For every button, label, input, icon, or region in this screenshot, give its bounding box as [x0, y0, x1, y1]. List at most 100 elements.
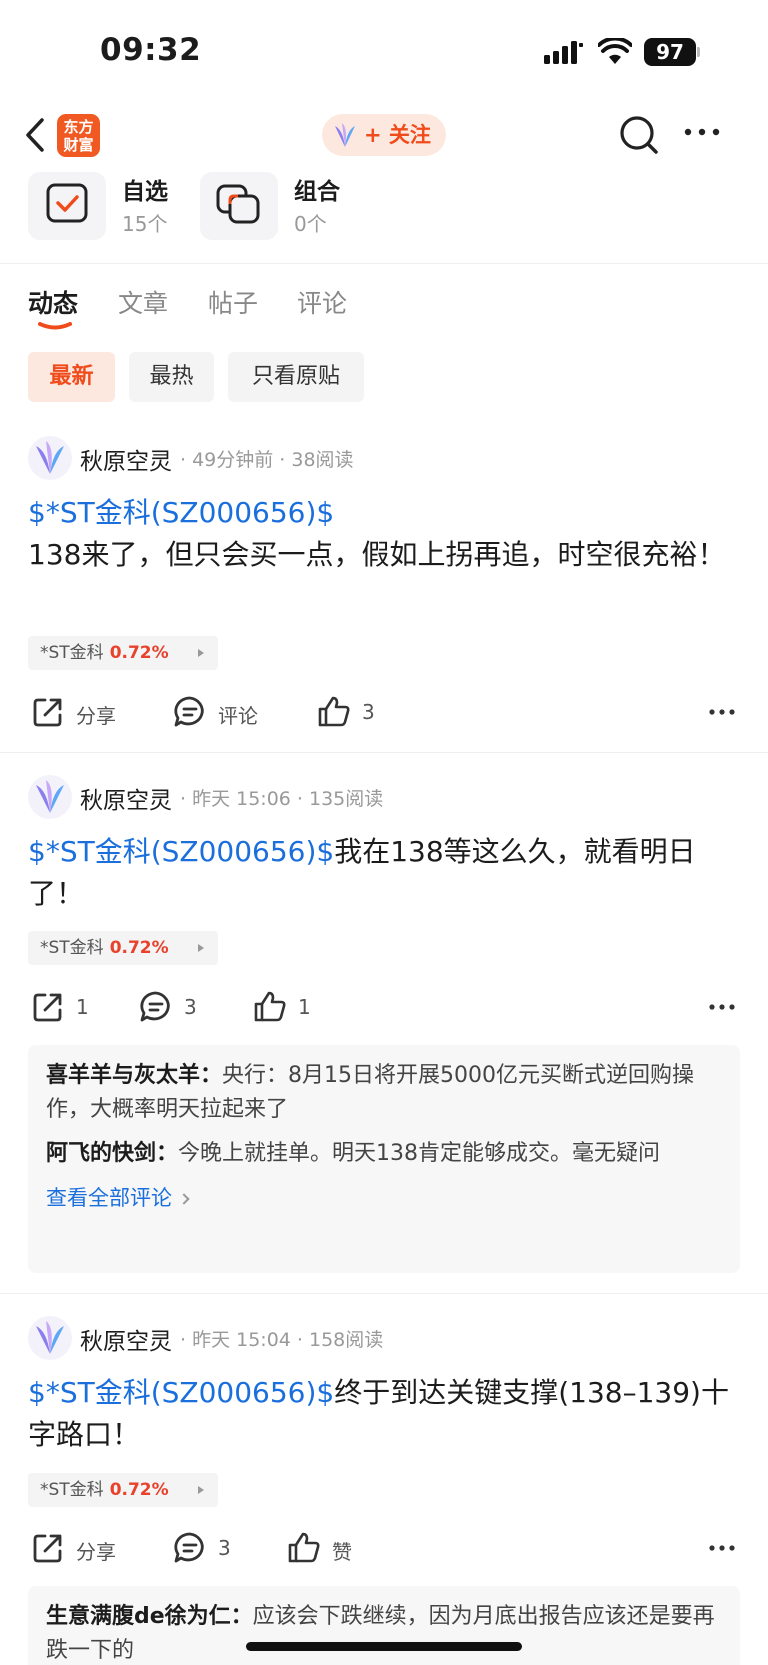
portfolio-name: 组合 [294, 179, 340, 205]
home-indicator [246, 1642, 522, 1651]
comment-label: 评论 [218, 704, 258, 728]
stock-tag-name: *ST金科 [40, 1480, 104, 1500]
stock-link[interactable]: $*ST金科(SZ000656)$ [28, 1376, 334, 1409]
search-icon[interactable] [618, 114, 660, 156]
post-header: 秋原空灵 · 昨天 15:04 · 158阅读 [28, 1316, 748, 1360]
like-count: 1 [298, 995, 311, 1019]
view-all-comments-link[interactable]: 查看全部评论 [46, 1181, 722, 1215]
stock-tag-name: *ST金科 [40, 643, 104, 663]
avatar[interactable] [28, 436, 72, 480]
share-button[interactable]: 分享 [30, 690, 140, 734]
comment-item: 喜羊羊与灰太羊：央行：8月15日将开展5000亿元买断式逆回购操作，大概率明天拉… [46, 1059, 722, 1127]
tab-comments[interactable]: 评论 [297, 284, 347, 320]
watchlist-entry[interactable]: 自选 15个 [28, 172, 188, 240]
more-options-icon[interactable] [682, 126, 722, 138]
cellular-signal-icon [544, 41, 583, 64]
portfolio-entry[interactable]: 组合 0个 [200, 172, 360, 240]
comment-button[interactable]: 3 [172, 1526, 252, 1570]
battery-level: 97 [656, 40, 684, 64]
share-icon [33, 1534, 62, 1563]
post-more-icon[interactable] [708, 1544, 736, 1552]
quick-strip: 自选 15个 组合 0个 [0, 172, 768, 264]
post-actions: 分享 3 赞 [0, 1526, 768, 1570]
status-bar: 09:32 97 [0, 0, 768, 100]
stock-tag[interactable]: *ST金科 0.72% [28, 1473, 218, 1507]
like-label: 赞 [332, 1540, 352, 1564]
stock-tag-change: 0.72% [109, 938, 169, 958]
logo-line-2: 财富 [63, 136, 94, 154]
comment-text: 今晚上就挂单。明天138肯定能够成交。毫无疑问 [178, 1141, 661, 1166]
like-button[interactable]: 赞 [286, 1526, 376, 1570]
post-more-icon[interactable] [708, 708, 736, 716]
avatar[interactable] [28, 775, 72, 819]
post-more-icon[interactable] [708, 1003, 736, 1011]
post-text[interactable]: $*ST金科(SZ000656)$ 138来了，但只会买一点，假如上拐再追，时空… [28, 492, 740, 576]
stock-tag-change: 0.72% [109, 1480, 169, 1500]
stock-link[interactable]: $*ST金科(SZ000656)$ [28, 492, 740, 534]
filter-hottest[interactable]: 最热 [129, 352, 214, 402]
status-time: 09:32 [100, 32, 202, 68]
tag-arrow-icon [198, 649, 204, 657]
like-count: 3 [362, 700, 375, 724]
post-divider [0, 1293, 768, 1294]
share-icon [33, 993, 62, 1022]
post-meta: · 昨天 15:04 · 158阅读 [180, 1329, 384, 1351]
comment-icon [174, 1532, 204, 1563]
stock-tag-name: *ST金科 [40, 938, 104, 958]
stock-tag-change: 0.72% [109, 643, 169, 663]
like-button[interactable]: 1 [252, 985, 332, 1029]
comment-author[interactable]: 喜羊羊与灰太羊： [46, 1063, 222, 1088]
comment-author[interactable]: 生意满腹de徐为仁： [46, 1604, 253, 1629]
user-avatar-icon [335, 123, 355, 147]
post-divider [0, 752, 768, 753]
post-actions: 1 3 1 [0, 985, 768, 1029]
logo-line-1: 东方 [63, 118, 94, 136]
post-meta: · 49分钟前 · 38阅读 [180, 449, 354, 471]
author-name[interactable]: 秋原空灵 [80, 781, 172, 815]
author-name[interactable]: 秋原空灵 [80, 1322, 172, 1356]
post-actions: 分享 评论 3 [0, 690, 768, 734]
tab-posts[interactable]: 帖子 [208, 284, 258, 320]
stock-tag[interactable]: *ST金科 0.72% [28, 636, 218, 670]
comment-button[interactable]: 3 [138, 985, 218, 1029]
tag-arrow-icon [198, 1486, 204, 1494]
follow-button[interactable]: + 关注 [322, 114, 446, 156]
filter-original-only[interactable]: 只看原贴 [228, 352, 364, 402]
comments-preview[interactable]: 喜羊羊与灰太羊：央行：8月15日将开展5000亿元买断式逆回购操作，大概率明天拉… [28, 1045, 740, 1273]
thumbs-up-icon [318, 696, 350, 727]
follow-label: + 关注 [364, 123, 431, 147]
tab-articles[interactable]: 文章 [118, 284, 168, 320]
comments-preview[interactable]: 生意满腹de徐为仁：应该会下跌继续，因为月底出报告应该还是要再跌一下的 [28, 1586, 740, 1665]
author-name[interactable]: 秋原空灵 [80, 442, 172, 476]
stock-tag[interactable]: *ST金科 0.72% [28, 931, 218, 965]
post-content: 138来了，但只会买一点，假如上拐再追，时空很充裕！ [28, 538, 726, 571]
post-text[interactable]: $*ST金科(SZ000656)$我在138等这么久，就看明日了！ [28, 831, 740, 915]
back-icon[interactable] [22, 116, 48, 154]
post-text[interactable]: $*ST金科(SZ000656)$终于到达关键支撑(138–139)十字路口！ [28, 1372, 740, 1456]
post-header: 秋原空灵 · 49分钟前 · 38阅读 [28, 436, 748, 480]
avatar[interactable] [28, 1316, 72, 1360]
share-label: 分享 [76, 1540, 116, 1564]
post-meta: · 昨天 15:06 · 135阅读 [180, 788, 384, 810]
share-count: 1 [76, 995, 89, 1019]
share-label: 分享 [76, 704, 116, 728]
comment-author[interactable]: 阿飞的快剑： [46, 1141, 178, 1166]
filter-latest[interactable]: 最新 [28, 352, 115, 402]
share-button[interactable]: 分享 [30, 1526, 140, 1570]
tag-arrow-icon [198, 944, 204, 952]
like-button[interactable]: 3 [316, 690, 406, 734]
content-tabs: 动态 文章 帖子 评论 [0, 264, 768, 340]
app-logo: 东方 财富 [57, 114, 100, 157]
portfolio-icon [200, 172, 278, 240]
comment-button[interactable]: 评论 [172, 690, 282, 734]
stock-link[interactable]: $*ST金科(SZ000656)$ [28, 835, 334, 868]
comment-icon [140, 991, 170, 1022]
portfolio-count: 0个 [294, 212, 327, 236]
watchlist-icon [28, 172, 106, 240]
wifi-icon [598, 38, 632, 64]
thumbs-up-icon [254, 991, 286, 1022]
nav-bar: 东方 财富 + 关注 [0, 100, 768, 172]
tab-dynamic[interactable]: 动态 [28, 284, 78, 320]
share-button[interactable]: 1 [30, 985, 110, 1029]
thumbs-up-icon [288, 1532, 320, 1563]
